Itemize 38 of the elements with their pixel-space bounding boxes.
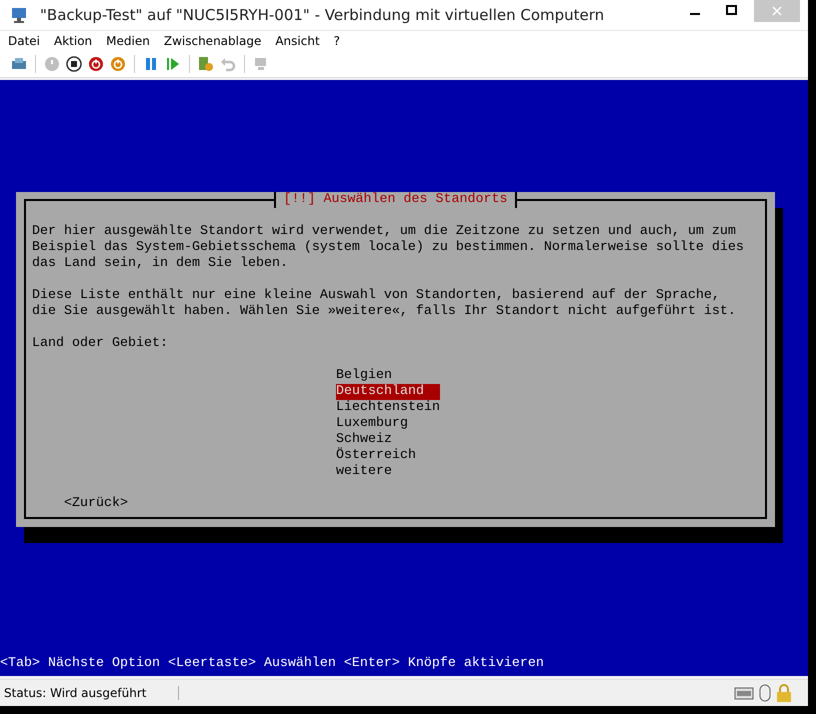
list-item[interactable]: Belgien xyxy=(336,368,392,384)
maximize-icon xyxy=(726,5,736,15)
hint-line: <Tab> Nächste Option <Leertaste> Auswählen <Enter> Knöpfe aktivieren xyxy=(0,656,545,672)
paragraph: Der hier ausgewählte Standort wird verwendet, um die Zeitzone zu setzen und auch, um zum Beispiel das System-Gebietsschema (system locale) zu bestimmen. Normalerweise sollte dies das Land sein, in dem Sie leben. xyxy=(32,224,745,272)
pause-icon xyxy=(145,56,157,72)
play-icon xyxy=(166,56,180,72)
monitor-icon xyxy=(253,56,269,72)
list-item[interactable]: Deutschland xyxy=(336,384,440,400)
power-icon xyxy=(88,56,104,72)
list-item[interactable]: Schweiz xyxy=(336,432,392,448)
menu-item[interactable]: Aktion xyxy=(54,34,92,48)
status-text: Status: Wird ausgeführt xyxy=(0,686,179,700)
close-button[interactable] xyxy=(754,0,800,22)
minimize-icon xyxy=(690,12,700,14)
menu-item[interactable]: Zwischenablage xyxy=(164,34,262,48)
menu-item[interactable]: ? xyxy=(334,34,340,48)
menu-item[interactable]: Medien xyxy=(106,34,150,48)
list-item[interactable]: Österreich xyxy=(336,448,416,464)
power-icon xyxy=(110,56,126,72)
menu-item[interactable]: Ansicht xyxy=(275,34,320,48)
list-item[interactable]: weitere xyxy=(336,464,392,480)
close-icon xyxy=(772,6,782,16)
undo-icon xyxy=(220,56,236,72)
list-item[interactable]: Liechtenstein xyxy=(336,400,440,416)
paragraph: Diese Liste enthält nur eine kleine Auswahl von Standorten, basierend auf der Sprache, die Sie ausgewählt haben. Wählen Sie »weitere«, falls Ihr Standort nicht aufgeführt ist. xyxy=(32,288,737,320)
computer-icon xyxy=(10,7,28,23)
window-title: "Backup-Test" auf "NUC5I5RYH-001" - Verbindung mit virtuellen Computern xyxy=(40,6,604,24)
menu-item[interactable]: Datei xyxy=(8,34,40,48)
toolbar-button[interactable] xyxy=(87,54,105,73)
back-button[interactable]: <Zurück> xyxy=(64,496,128,512)
power-icon xyxy=(44,56,60,72)
checkpoint-icon xyxy=(198,56,214,72)
prompt-label: Land oder Gebiet: xyxy=(32,336,169,352)
list-item[interactable]: Luxemburg xyxy=(336,416,408,432)
toolbar-button[interactable] xyxy=(65,54,83,73)
stop-icon xyxy=(66,56,82,72)
lock-icon xyxy=(776,684,792,702)
mouse-icon xyxy=(758,684,772,702)
